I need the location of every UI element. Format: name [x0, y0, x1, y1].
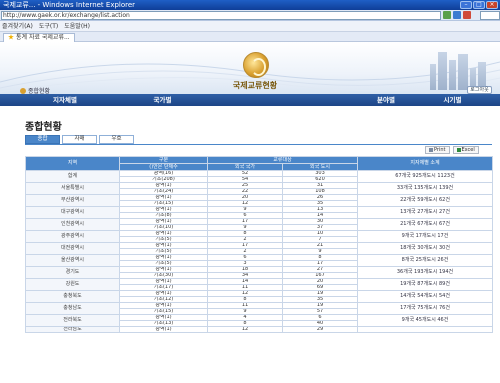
site-content: 국제교류현황 종합현황 로그아웃 지자체별 국가별 분야별 시기별 종합현황 종…: [0, 42, 500, 383]
region-cell: 대전광역시: [25, 242, 120, 255]
refresh-icon[interactable]: [453, 11, 461, 19]
nav-by-field[interactable]: 분야별: [225, 94, 405, 106]
main-nav: 지자체별 국가별 분야별 시기별: [0, 94, 500, 106]
foreign-count-cell: 12: [207, 326, 283, 333]
sub-tabs: 종합 자매 우호: [25, 135, 134, 144]
site-header: 국제교류현황 종합현황 로그아웃: [0, 42, 500, 95]
address-bar: http://www.gaek.or.kr/exchange/list.acti…: [0, 10, 500, 21]
region-cell: 강원도: [25, 278, 120, 291]
skyline-graphic: [420, 50, 500, 90]
header-partner: 교류대상: [207, 156, 358, 164]
summary-cell: 9개국 45개도시 46건: [357, 314, 493, 327]
region-cell: 충청남도: [25, 302, 120, 315]
minimize-button[interactable]: –: [460, 1, 472, 9]
region-cell: 부산광역시: [25, 194, 120, 207]
table-tools: Print Excel: [425, 146, 479, 154]
summary-cell: 9개국 17개도시 17건: [357, 230, 493, 243]
logout-button[interactable]: 로그아웃: [467, 86, 492, 94]
tab-underline: [25, 144, 492, 145]
summary-cell: 33개국 135개도시 139건: [357, 182, 493, 195]
address-input[interactable]: http://www.gaek.or.kr/exchange/list.acti…: [1, 11, 441, 20]
menu-tools[interactable]: 도구(T): [39, 21, 58, 31]
window-controls: – □ ×: [460, 1, 498, 9]
browser-tab[interactable]: 통계 자료 국제교류...: [3, 33, 75, 42]
summary-cell: 22개국 59개도시 62건: [357, 194, 493, 207]
page-title: 종합현황: [25, 122, 62, 133]
table-body: 합계 광역(16) 52 303 67개국 925개도시 1123건 기초(208) 54 6…: [25, 170, 493, 333]
region-cell: 전라남도: [25, 326, 120, 333]
tab-all[interactable]: 종합: [25, 135, 60, 144]
stop-icon[interactable]: [463, 11, 471, 19]
tab-bar: 통계 자료 국제교류...: [0, 32, 500, 42]
print-label: Print: [434, 147, 446, 153]
nav-by-region[interactable]: 지자체별: [0, 94, 100, 106]
summary-cell: 18개국 30개도시 30건: [357, 242, 493, 255]
printer-icon: [429, 148, 433, 152]
nav-by-country[interactable]: 국가별: [100, 94, 225, 106]
window-title: 국제교류... - Windows Internet Explorer: [3, 1, 136, 9]
region-cell: 합계: [25, 170, 120, 183]
region-cell: 서울특별시: [25, 182, 120, 195]
stats-table: 지역 구분 교류대상 지자체별 소계 ()안은 단체수 외국 국가 외국 도시 …: [25, 156, 493, 333]
region-cell: 전라북도: [25, 314, 120, 327]
summary-cell: 19개국 87개도시 89건: [357, 278, 493, 291]
header-type: 구분: [119, 156, 208, 164]
menu-help[interactable]: 도움말(H): [64, 21, 90, 31]
region-cell: 충청북도: [25, 290, 120, 303]
summary-cell: 36개국 193개도시 194건: [357, 266, 493, 279]
header-foreign: 외국 국가: [207, 163, 283, 171]
type-cell: 광역(1): [119, 326, 208, 333]
excel-button[interactable]: Excel: [452, 146, 479, 154]
table-row: 전라남도 광역(1) 12 29: [25, 326, 493, 333]
city-count-cell: 29: [282, 326, 358, 333]
site-emblem-icon: [243, 52, 269, 78]
close-button[interactable]: ×: [486, 1, 498, 9]
tab-friendship[interactable]: 우호: [99, 135, 134, 144]
region-cell: 울산광역시: [25, 254, 120, 267]
tab-sister[interactable]: 자매: [62, 135, 97, 144]
excel-label: Excel: [461, 147, 475, 153]
print-button[interactable]: Print: [425, 146, 450, 154]
menu-bar: 즐겨찾기(A) 도구(T) 도움말(H): [0, 21, 500, 32]
header-region: 지역: [25, 156, 120, 171]
nav-by-period[interactable]: 시기별: [405, 94, 500, 106]
summary-cell: 67개국 925개도시 1123건: [357, 170, 493, 183]
search-box[interactable]: [480, 11, 500, 20]
summary-cell: 14개국 54개도시 54건: [357, 290, 493, 303]
summary-cell: [357, 326, 493, 333]
tab-label: 통계 자료 국제교류...: [16, 34, 70, 41]
header-domestic: 외국 도시: [282, 163, 358, 171]
window-titlebar: 국제교류... - Windows Internet Explorer – □ …: [0, 0, 500, 10]
go-icon[interactable]: [443, 11, 451, 19]
summary-cell: 8개국 25개도시 26건: [357, 254, 493, 267]
maximize-button[interactable]: □: [473, 1, 485, 9]
region-cell: 인천광역시: [25, 218, 120, 231]
header-summary: 지자체별 소계: [357, 156, 493, 171]
excel-icon: [456, 148, 461, 152]
site-title: 국제교류현황: [232, 81, 278, 90]
favorites-star-icon[interactable]: [8, 34, 14, 40]
header-type-sub: ()안은 단체수: [119, 163, 208, 171]
summary-cell: 21개국 67개도시 67건: [357, 218, 493, 231]
region-cell: 대구광역시: [25, 206, 120, 219]
summary-cell: 13개국 27개도시 27건: [357, 206, 493, 219]
region-cell: 경기도: [25, 266, 120, 279]
menu-favorites[interactable]: 즐겨찾기(A): [2, 21, 33, 31]
region-cell: 광주광역시: [25, 230, 120, 243]
address-actions: [443, 11, 471, 19]
summary-cell: 17개국 75개도시 76건: [357, 302, 493, 315]
